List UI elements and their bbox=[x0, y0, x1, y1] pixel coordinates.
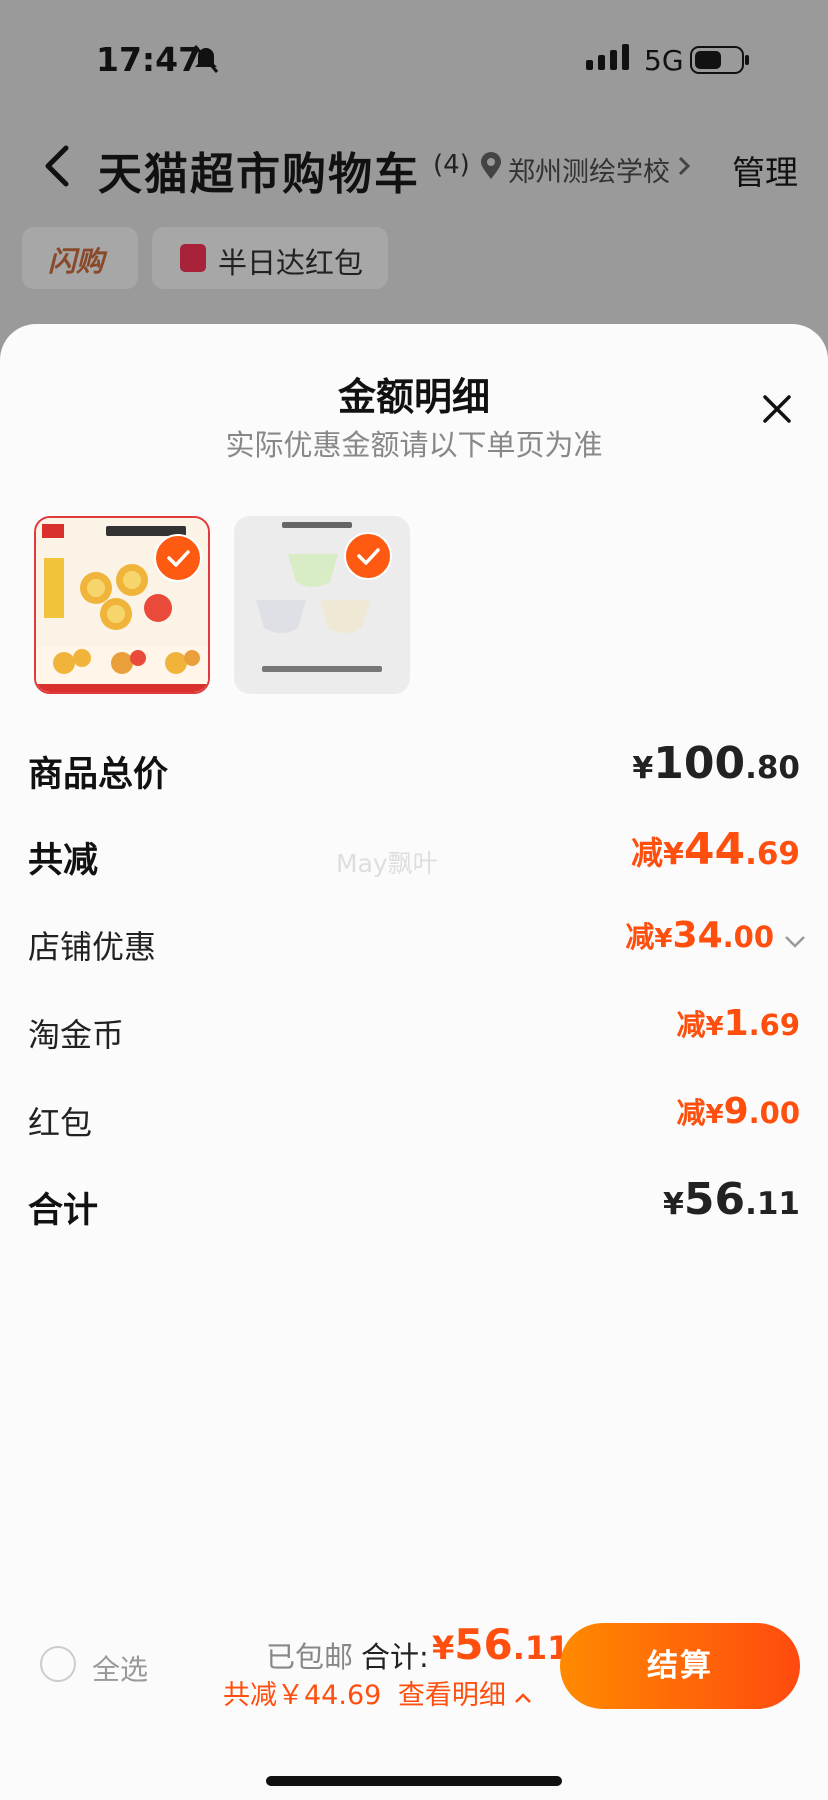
cart-nav-bar: 天猫超市购物车 (4) 郑州测绘学校 管理 bbox=[0, 128, 828, 208]
total-label: 合计: bbox=[361, 1640, 429, 1674]
status-time: 17:47 bbox=[96, 40, 202, 79]
selected-checkmark-icon[interactable] bbox=[154, 534, 202, 582]
page-title: 天猫超市购物车 bbox=[98, 149, 420, 200]
manage-button[interactable]: 管理 bbox=[732, 146, 798, 194]
row-store-discount[interactable]: 店铺优惠 减¥34.00 bbox=[28, 914, 805, 974]
cart-count: (4) bbox=[433, 150, 470, 180]
row-label: 店铺优惠 bbox=[28, 928, 157, 966]
back-arrow-icon[interactable] bbox=[42, 144, 72, 192]
discount-summary: 共减￥44.69 查看明细 bbox=[223, 1673, 532, 1712]
close-icon[interactable] bbox=[762, 394, 792, 428]
row-label: 合计 bbox=[28, 1191, 99, 1231]
row-value: 减¥1.69 bbox=[676, 1003, 800, 1044]
checkout-button[interactable]: 结算 bbox=[560, 1623, 800, 1709]
battery-icon bbox=[690, 46, 752, 78]
row-label: 淘金币 bbox=[28, 1016, 125, 1054]
chevron-right-icon bbox=[678, 156, 691, 180]
row-label: 商品总价 bbox=[28, 755, 169, 795]
red-packet-icon bbox=[180, 244, 206, 272]
chevron-down-icon[interactable] bbox=[784, 934, 806, 953]
bell-muted-icon bbox=[192, 44, 220, 78]
free-shipping-label: 已包邮 bbox=[266, 1640, 354, 1674]
total-amount: ¥56.11 bbox=[432, 1620, 570, 1669]
flash-buy-label: 闪购 bbox=[48, 245, 105, 278]
row-sum: 合计 ¥56.11 bbox=[28, 1174, 800, 1234]
row-value: 减¥34.00 bbox=[625, 915, 774, 956]
watermark: May飘叶 bbox=[336, 849, 438, 878]
home-indicator bbox=[266, 1776, 562, 1786]
row-value: 减¥44.69 bbox=[630, 824, 800, 875]
row-label: 红包 bbox=[28, 1104, 93, 1142]
location-pin-icon bbox=[480, 152, 502, 184]
view-detail-link[interactable]: 查看明细 bbox=[398, 1680, 533, 1711]
product-thumbnail-underwear[interactable] bbox=[234, 516, 410, 694]
red-packet-chip[interactable]: 半日达红包 bbox=[152, 227, 388, 289]
select-all-label[interactable]: 全选 bbox=[92, 1648, 148, 1688]
chevron-up-icon bbox=[515, 1693, 532, 1703]
delivery-location[interactable]: 郑州测绘学校 bbox=[508, 150, 670, 189]
selected-checkmark-icon[interactable] bbox=[344, 532, 392, 580]
row-coins: 淘金币 减¥1.69 bbox=[28, 1002, 800, 1062]
row-label: 共减 bbox=[28, 841, 99, 881]
product-thumbnail-egg-tart[interactable] bbox=[34, 516, 210, 694]
amount-detail-sheet: 金额明细 实际优惠金额请以下单页为准 商品总价 ¥100.80 共减 减¥44.… bbox=[0, 324, 828, 1800]
row-total-price: 商品总价 ¥100.80 bbox=[28, 738, 800, 798]
row-value: ¥56.11 bbox=[662, 1174, 800, 1225]
discount-text: 共减￥44.69 bbox=[223, 1680, 382, 1711]
status-bar: 17:47 5G bbox=[0, 0, 828, 120]
row-value: 减¥9.00 bbox=[676, 1091, 800, 1132]
network-type: 5G bbox=[644, 44, 684, 77]
signal-icon bbox=[586, 44, 632, 74]
sheet-subtitle: 实际优惠金额请以下单页为准 bbox=[225, 428, 603, 462]
red-packet-label: 半日达红包 bbox=[218, 246, 364, 280]
select-all-radio[interactable] bbox=[40, 1646, 76, 1682]
row-value: ¥100.80 bbox=[632, 738, 800, 789]
row-red-packet: 红包 减¥9.00 bbox=[28, 1090, 800, 1150]
flash-buy-chip[interactable]: 闪购 bbox=[22, 227, 138, 289]
sheet-title: 金额明细 bbox=[337, 375, 490, 419]
